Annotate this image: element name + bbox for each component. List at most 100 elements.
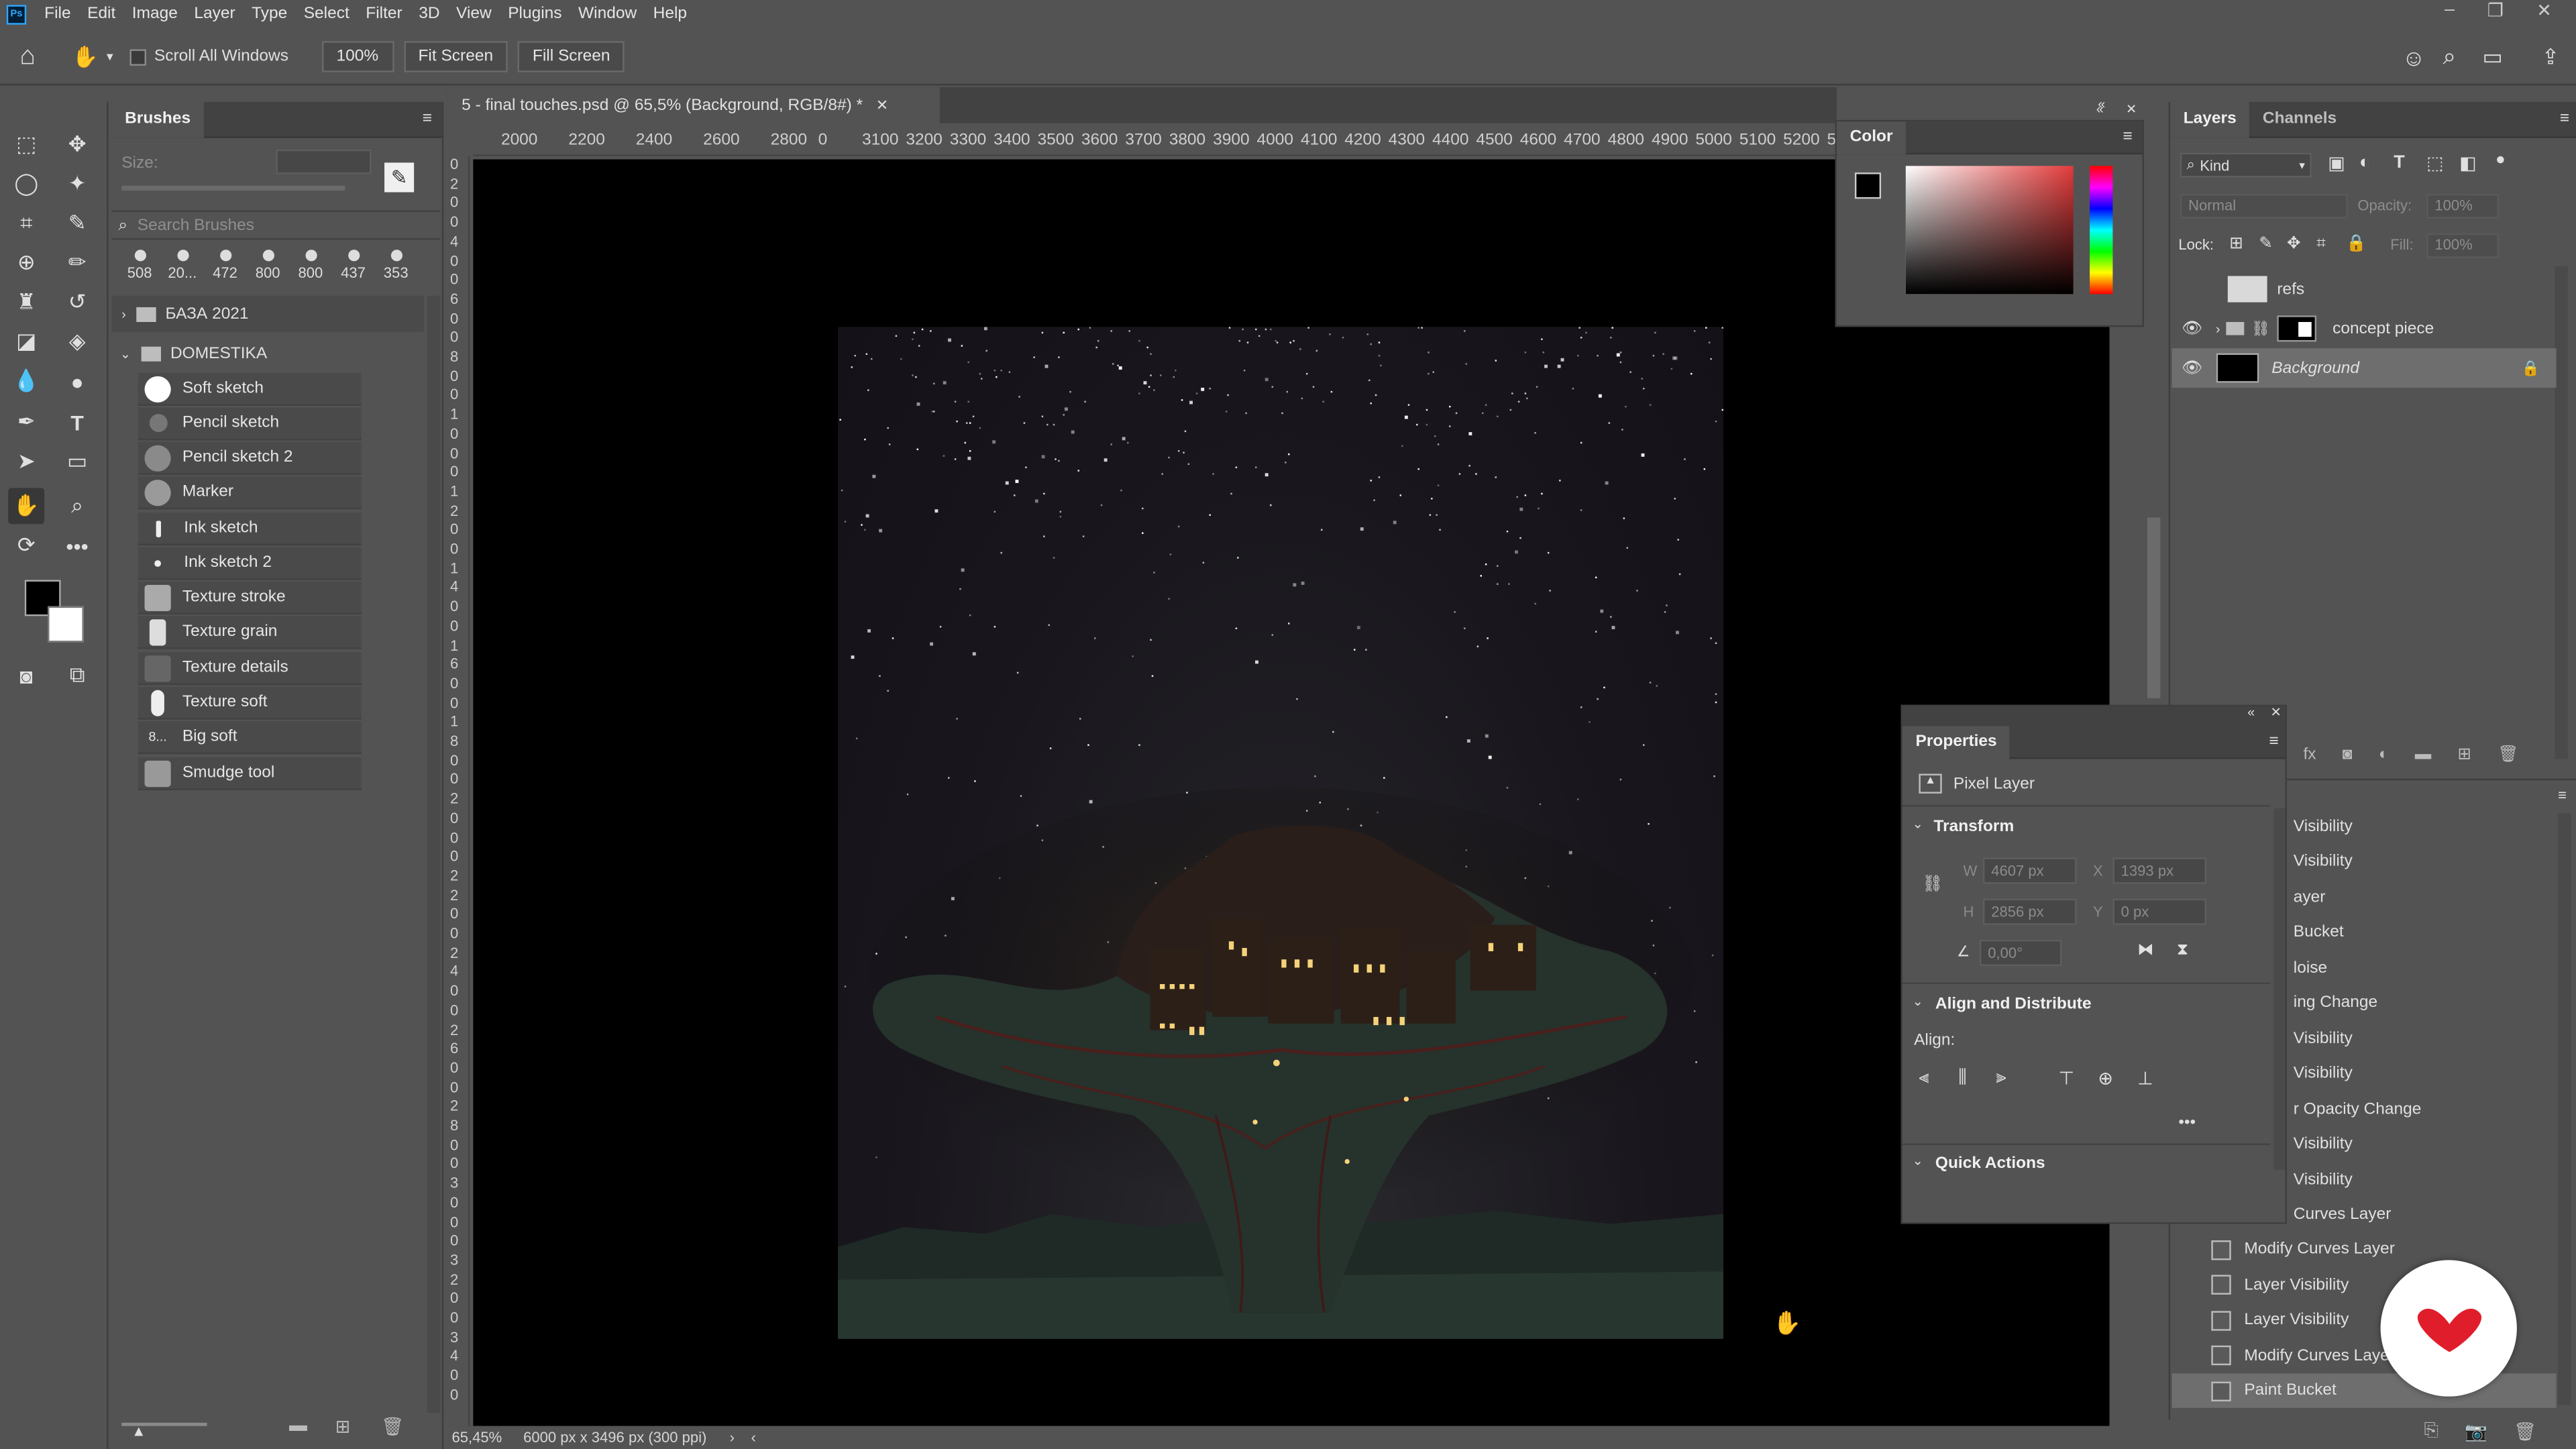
fill-screen-button[interactable]: Fill Screen bbox=[517, 41, 625, 72]
layer-row-background[interactable]: 👁 Background 🔒 bbox=[2171, 348, 2557, 388]
panel-menu-icon[interactable]: ≡ bbox=[423, 110, 432, 128]
close-panel-icon[interactable]: ✕ bbox=[2271, 705, 2282, 720]
chevron-down-icon[interactable]: ⌄ bbox=[1913, 1153, 1923, 1168]
menu-window[interactable]: Window bbox=[570, 5, 645, 23]
adjustment-layer-icon[interactable]: ◐ bbox=[2379, 745, 2389, 763]
align-bottom-icon[interactable]: ⊥ bbox=[2137, 1068, 2153, 1089]
history-scrollbar[interactable] bbox=[2558, 813, 2571, 1405]
filter-type-icon[interactable]: T bbox=[2394, 153, 2404, 172]
filter-shape-icon[interactable]: ⬚ bbox=[2426, 153, 2443, 174]
eraser-tool-icon[interactable]: ◪ bbox=[8, 323, 44, 360]
brush-preset[interactable]: 508 bbox=[118, 250, 161, 292]
brush-item[interactable]: Texture soft bbox=[138, 686, 362, 720]
opacity-field[interactable]: 100% bbox=[2426, 193, 2499, 219]
fill-field[interactable]: 100% bbox=[2426, 233, 2499, 258]
brush-item[interactable]: Ink sketch 2 bbox=[138, 547, 362, 580]
layers-tab[interactable]: Layers bbox=[2170, 101, 2250, 138]
more-tools-icon[interactable]: ••• bbox=[59, 527, 95, 564]
align-right-icon[interactable]: ⫸ bbox=[1996, 1068, 2006, 1089]
chevron-right-icon[interactable]: › bbox=[730, 1430, 735, 1446]
fit-screen-button[interactable]: Fit Screen bbox=[403, 41, 508, 72]
brush-item[interactable]: Texture details bbox=[138, 652, 362, 686]
lock-pixels-icon[interactable]: ✎ bbox=[2259, 235, 2273, 253]
link-icon[interactable]: ⛓ bbox=[1922, 875, 1943, 894]
layer-row-refs[interactable]: refs bbox=[2172, 270, 2557, 309]
align-left-icon[interactable]: ⫷ bbox=[1919, 1068, 1929, 1089]
brush-group-baza[interactable]: › БАЗА 2021 bbox=[111, 295, 424, 332]
crop-tool-icon[interactable]: ⌗ bbox=[8, 205, 44, 241]
filter-smartobject-icon[interactable]: ◧ bbox=[2459, 153, 2476, 174]
history-item[interactable]: Modify Curves Layer bbox=[2172, 1233, 2557, 1267]
align-top-icon[interactable]: ⊤ bbox=[2059, 1068, 2074, 1089]
rotate-view-icon[interactable]: ⟳ bbox=[8, 527, 44, 564]
screen-mode-icon[interactable]: ⧉ bbox=[59, 657, 95, 694]
angle-field[interactable]: 0,00° bbox=[1980, 939, 2062, 967]
brush-item[interactable]: Smudge tool bbox=[138, 757, 362, 790]
menu-type[interactable]: Type bbox=[244, 5, 296, 23]
color-tab[interactable]: Color bbox=[1836, 121, 1907, 154]
pen-tool-icon[interactable]: ✒ bbox=[8, 404, 44, 440]
menu-image[interactable]: Image bbox=[124, 5, 186, 23]
rectangle-tool-icon[interactable]: ▭ bbox=[59, 443, 95, 480]
new-document-icon[interactable]: ⎘ bbox=[2424, 1420, 2439, 1442]
move-tool-icon[interactable]: ✥ bbox=[59, 127, 95, 163]
eye-icon[interactable]: 👁 bbox=[2182, 319, 2202, 337]
search-icon[interactable]: ⌕ bbox=[2443, 43, 2456, 71]
magic-wand-icon[interactable]: ✦ bbox=[59, 166, 95, 202]
brush-preset[interactable]: 472 bbox=[204, 250, 247, 292]
eyedropper-icon[interactable]: ✎ bbox=[59, 205, 95, 241]
brushes-tab[interactable]: Brushes bbox=[111, 101, 204, 138]
marquee-tool-icon[interactable]: ⬚ bbox=[8, 127, 44, 163]
width-field[interactable]: 4607 px bbox=[1982, 857, 2077, 884]
transform-section[interactable]: Transform bbox=[1933, 818, 2014, 837]
history-brush-icon[interactable]: ↺ bbox=[59, 284, 95, 321]
dodge-tool-icon[interactable]: ● bbox=[59, 363, 95, 399]
close-window-icon[interactable]: ✕ bbox=[2536, 0, 2552, 21]
quick-mask-icon[interactable]: ◙ bbox=[8, 657, 44, 694]
paint-bucket-icon[interactable]: ◈ bbox=[59, 323, 95, 360]
channels-tab[interactable]: Channels bbox=[2249, 101, 2349, 138]
filter-pixel-icon[interactable]: ▣ bbox=[2328, 153, 2345, 174]
hue-slider[interactable] bbox=[2090, 166, 2113, 294]
lock-transparent-icon[interactable]: ⊞ bbox=[2229, 235, 2243, 253]
restore-icon[interactable]: ❐ bbox=[2487, 0, 2504, 21]
height-field[interactable]: 2856 px bbox=[1982, 898, 2077, 925]
lock-artboard-icon[interactable]: ⌗ bbox=[2316, 235, 2326, 253]
menu-help[interactable]: Help bbox=[645, 5, 695, 23]
photoshop-logo-icon[interactable]: Ps bbox=[6, 4, 27, 24]
brush-preset[interactable]: 20... bbox=[161, 250, 204, 292]
trash-icon[interactable]: 🗑 bbox=[2514, 1420, 2536, 1442]
align-section[interactable]: Align and Distribute bbox=[1935, 996, 2092, 1014]
brush-item[interactable]: Texture stroke bbox=[138, 581, 362, 614]
brush-preset[interactable]: 800 bbox=[246, 250, 289, 292]
brushes-scrollbar[interactable] bbox=[427, 295, 441, 1413]
chevron-left-icon[interactable]: ‹ bbox=[751, 1430, 755, 1446]
chevron-down-icon[interactable]: ⌄ bbox=[1913, 816, 1923, 831]
new-brush-icon[interactable]: ⊞ bbox=[335, 1416, 351, 1437]
brush-tool-icon[interactable]: ✏ bbox=[59, 245, 95, 281]
close-tab-icon[interactable]: ✕ bbox=[876, 96, 888, 114]
size-field[interactable] bbox=[276, 149, 372, 174]
lock-position-icon[interactable]: ✥ bbox=[2287, 235, 2301, 253]
document-tab[interactable]: 5 - final touches.psd @ 65,5% (Backgroun… bbox=[447, 87, 940, 123]
brush-preset[interactable]: 353 bbox=[374, 250, 417, 292]
eye-icon[interactable]: 👁 bbox=[2182, 359, 2202, 377]
search-brushes[interactable]: ⌕ Search Brushes bbox=[111, 210, 441, 240]
lock-all-icon[interactable]: 🔒 bbox=[2346, 235, 2366, 253]
flip-horizontal-icon[interactable]: ⧓ bbox=[2137, 941, 2153, 959]
brush-preset[interactable]: 437 bbox=[332, 250, 375, 292]
menu-3d[interactable]: 3D bbox=[411, 5, 448, 23]
collapse-icon[interactable]: « bbox=[2096, 102, 2104, 117]
brush-item[interactable]: Ink sketch bbox=[138, 513, 362, 546]
brush-item[interactable]: Texture grain bbox=[138, 616, 362, 649]
new-brush-icon[interactable]: ✎ bbox=[384, 162, 415, 193]
properties-scrollbar[interactable] bbox=[2273, 808, 2286, 1170]
hand-tool-icon[interactable]: ✋ bbox=[72, 44, 99, 70]
trash-icon[interactable]: 🗑 bbox=[381, 1416, 404, 1437]
brush-preset[interactable]: 800 bbox=[289, 250, 332, 292]
brush-item-soft-sketch[interactable]: Soft sketch bbox=[138, 372, 362, 406]
blur-tool-icon[interactable]: 💧 bbox=[8, 363, 44, 399]
layer-kind-filter[interactable]: ⌕ Kind ▾ bbox=[2180, 152, 2312, 178]
panel-menu-icon[interactable]: ≡ bbox=[2269, 733, 2278, 751]
layer-row-concept-piece[interactable]: 👁 › ⛓ concept piece bbox=[2172, 309, 2557, 348]
